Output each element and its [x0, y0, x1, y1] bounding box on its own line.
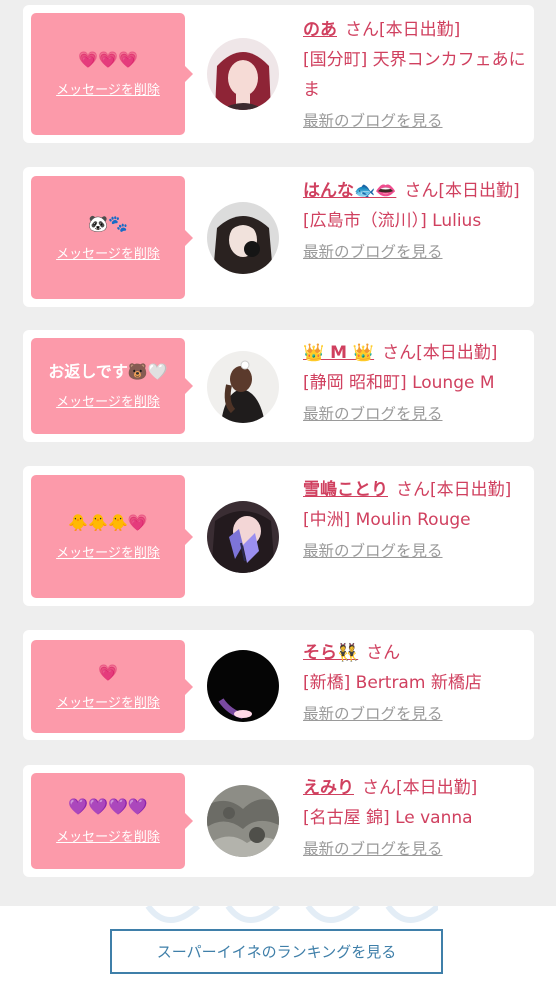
delete-message-link[interactable]: メッセージを削除 — [56, 395, 160, 411]
super-iine-ranking-button[interactable]: スーパーイイネのランキングを見る — [110, 929, 443, 974]
message-card: 🐥🐥🐥💗 メッセージを削除 雪嶋ことり さん[本日出勤] [中洲] Moulin … — [23, 466, 534, 606]
cast-name-link[interactable]: 👑 M 👑 — [303, 343, 374, 363]
cast-name-link[interactable]: はんな🐟👄 — [303, 181, 396, 201]
delete-message-link[interactable]: メッセージを削除 — [56, 830, 160, 846]
avatar[interactable] — [207, 38, 279, 110]
latest-blog-link[interactable]: 最新のブログを見る — [303, 403, 443, 425]
cast-title: えみり さん[本日出勤] — [303, 773, 527, 803]
message-info: のあ さん[本日出勤] [国分町] 天界コンカフェあにま 最新のブログを見る — [303, 15, 527, 132]
avatar[interactable] — [207, 202, 279, 274]
message-text: 🐼🐾 — [88, 213, 128, 233]
message-info: そら👯 さん [新橋] Bertram 新橋店 最新のブログを見る — [303, 638, 527, 725]
cast-name-link[interactable]: えみり — [303, 778, 354, 798]
store-info: [名古屋 錦] Le vanna — [303, 808, 473, 828]
message-bubble: 💜💜💜💜 メッセージを削除 — [31, 773, 193, 869]
delete-message-link[interactable]: メッセージを削除 — [56, 247, 160, 263]
honorific-status: さん[本日出勤] — [362, 778, 478, 798]
cast-name-link[interactable]: そら👯 — [303, 643, 358, 663]
message-info: えみり さん[本日出勤] [名古屋 錦] Le vanna 最新のブログを見る — [303, 773, 527, 860]
delete-message-link[interactable]: メッセージを削除 — [56, 696, 160, 712]
cast-name-link[interactable]: のあ — [303, 20, 337, 40]
message-card: 💜💜💜💜 メッセージを削除 えみり さん[本日出勤] [名古屋 錦] Le van… — [23, 765, 534, 877]
message-info: 雪嶋ことり さん[本日出勤] [中洲] Moulin Rouge 最新のブログを見… — [303, 475, 527, 562]
message-info: はんな🐟👄 さん[本日出勤] [広島市（流川）] Lulius 最新のブログを見る — [303, 176, 527, 263]
message-info: 👑 M 👑 さん[本日出勤] [静岡 昭和町] Lounge M 最新のブログを見… — [303, 338, 527, 425]
honorific-status: さん — [366, 643, 401, 663]
store-info: [静岡 昭和町] Lounge M — [303, 373, 495, 393]
honorific-status: さん[本日出勤] — [404, 181, 520, 201]
store-info: [中洲] Moulin Rouge — [303, 510, 471, 530]
delete-message-link[interactable]: メッセージを削除 — [56, 546, 160, 562]
message-list: 💗💗💗 メッセージを削除 のあ さん[本日出勤] [国分町] 天界コンカフェあにま… — [0, 0, 556, 906]
store-info: [国分町] 天界コンカフェあにま — [303, 50, 526, 100]
message-bubble: 💗💗💗 メッセージを削除 — [31, 13, 193, 135]
store-info: [新橋] Bertram 新橋店 — [303, 673, 482, 693]
honorific-status: さん[本日出勤] — [382, 343, 498, 363]
latest-blog-link[interactable]: 最新のブログを見る — [303, 540, 443, 562]
latest-blog-link[interactable]: 最新のブログを見る — [303, 110, 443, 132]
message-text: お返しです🐻🤍 — [48, 362, 168, 381]
latest-blog-link[interactable]: 最新のブログを見る — [303, 838, 443, 860]
message-bubble: 🐼🐾 メッセージを削除 — [31, 176, 193, 299]
message-bubble: 💗 メッセージを削除 — [31, 640, 193, 733]
cast-name-link[interactable]: 雪嶋ことり — [303, 480, 388, 500]
latest-blog-link[interactable]: 最新のブログを見る — [303, 241, 443, 263]
avatar[interactable] — [207, 650, 279, 722]
message-text: 💗 — [98, 662, 118, 682]
message-card: 🐼🐾 メッセージを削除 はんな🐟👄 さん[本日出勤] [広島市（流川）] Luli… — [23, 167, 534, 307]
cast-title: 雪嶋ことり さん[本日出勤] — [303, 475, 527, 505]
message-text: 🐥🐥🐥💗 — [68, 512, 148, 532]
honorific-status: さん[本日出勤] — [345, 20, 461, 40]
message-text: 💗💗💗 — [78, 50, 138, 69]
delete-message-link[interactable]: メッセージを削除 — [56, 83, 160, 99]
message-card: お返しです🐻🤍 メッセージを削除 👑 M 👑 さん[本日出勤] [静岡 昭和町] … — [23, 330, 534, 442]
avatar[interactable] — [207, 351, 279, 423]
store-info: [広島市（流川）] Lulius — [303, 211, 482, 231]
message-bubble: お返しです🐻🤍 メッセージを削除 — [31, 338, 193, 434]
message-text: 💜💜💜💜 — [68, 797, 148, 816]
avatar[interactable] — [207, 785, 279, 857]
cast-title: はんな🐟👄 さん[本日出勤] — [303, 176, 527, 206]
footer: スーパーイイネのランキングを見る — [0, 906, 556, 999]
latest-blog-link[interactable]: 最新のブログを見る — [303, 703, 443, 725]
message-bubble: 🐥🐥🐥💗 メッセージを削除 — [31, 475, 193, 598]
cast-title: そら👯 さん — [303, 638, 527, 668]
cast-title: のあ さん[本日出勤] — [303, 15, 527, 45]
avatar[interactable] — [207, 501, 279, 573]
honorific-status: さん[本日出勤] — [396, 480, 512, 500]
cast-title: 👑 M 👑 さん[本日出勤] — [303, 338, 527, 368]
message-card: 💗 メッセージを削除 そら👯 さん [新橋] Bertram 新橋店 最新のブログ… — [23, 630, 534, 740]
message-card: 💗💗💗 メッセージを削除 のあ さん[本日出勤] [国分町] 天界コンカフェあにま… — [23, 5, 534, 143]
